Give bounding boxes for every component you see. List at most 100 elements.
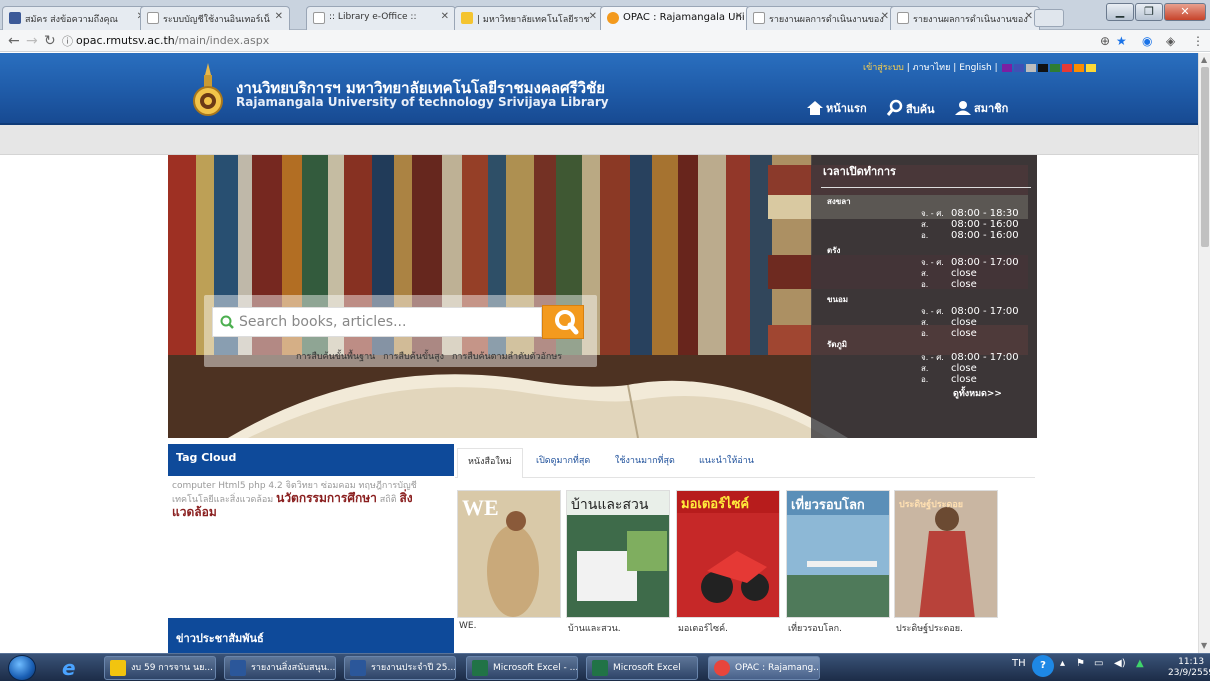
search-input[interactable]: Search books, articles... (212, 307, 542, 337)
nav-search[interactable]: สืบค้น (886, 99, 935, 118)
menu-icon[interactable]: ⋮ (1192, 34, 1204, 48)
start-button[interactable] (8, 655, 36, 681)
search-button[interactable] (542, 305, 584, 339)
scrollbar-thumb[interactable] (1201, 67, 1209, 247)
url-field[interactable]: opac.rmutsv.ac.th/main/index.aspx (76, 32, 1076, 50)
nav-home[interactable]: หน้าแรก (806, 99, 867, 117)
browser-tab[interactable]: :: Library e-Office :: ✕ (306, 6, 456, 30)
tab-label: รายงานผลการดำเนินงานของ (913, 15, 1028, 25)
university-logo (193, 63, 223, 116)
network-icon[interactable]: ▭ (1094, 658, 1103, 669)
book-title[interactable]: ประดิษฐ์ประดอย. (896, 621, 963, 635)
taskbar-app-folder[interactable]: งบ 59 การจาน นย... (104, 656, 216, 680)
close-icon[interactable]: ✕ (881, 11, 889, 22)
close-icon[interactable]: ✕ (589, 11, 597, 22)
taskbar-app-excel-2[interactable]: Microsoft Excel (586, 656, 698, 680)
book-title[interactable]: บ้านและสวน. (568, 621, 621, 635)
tag-link[interactable]: นวัตกรรมการศึกษา (276, 491, 377, 505)
minimize-button[interactable]: ▁ (1106, 3, 1134, 21)
bookmark-star-icon[interactable]: ★ (1116, 34, 1127, 48)
new-tab-button[interactable] (1034, 9, 1064, 27)
theme-swatch-indigo[interactable] (1014, 63, 1025, 72)
extension-icon-2[interactable]: ◈ (1166, 34, 1175, 48)
book-title[interactable]: เที่ยวรอบโลก. (788, 621, 842, 635)
theme-swatch-grey[interactable] (1026, 63, 1037, 72)
nav-member[interactable]: สมาชิก (954, 99, 1008, 117)
browser-tab[interactable]: รายงานผลการดำเนินงานของ ✕ (746, 6, 896, 30)
tray-expand-icon[interactable]: ▴ (1060, 658, 1065, 669)
help-icon[interactable]: ? (1032, 655, 1054, 677)
tag-cloud-header: Tag Cloud (168, 444, 454, 476)
internet-explorer-icon[interactable]: e (62, 656, 76, 680)
zoom-icon[interactable]: ⊕ (1100, 34, 1110, 48)
browser-tab[interactable]: ระบบบัญชีใช้งานอินเทอร์เน็ ✕ (140, 6, 290, 30)
close-icon[interactable]: ✕ (1025, 11, 1033, 22)
action-center-icon[interactable]: ⚑ (1076, 658, 1085, 669)
close-icon[interactable]: ✕ (275, 11, 283, 22)
theme-swatch-green[interactable] (1050, 63, 1061, 72)
tag-link[interactable]: สถิติ (380, 495, 397, 505)
tab-new-books[interactable]: หนังสือใหม่ (457, 448, 523, 479)
url-host: opac.rmutsv.ac.th (76, 34, 175, 47)
book-cover[interactable]: ประดิษฐ์ประดอย (894, 490, 998, 618)
scroll-up-icon[interactable]: ▲ (1201, 55, 1207, 64)
extension-icon[interactable]: ◉ (1142, 34, 1152, 48)
hours-title: เวลาเปิดทำการ (823, 165, 896, 178)
search-icon (886, 99, 903, 116)
svg-text:เที่ยวรอบโลก: เที่ยวรอบโลก (791, 495, 865, 513)
taskbar-app-excel[interactable]: Microsoft Excel - ... (466, 656, 578, 680)
english-language-link[interactable]: English (959, 63, 992, 73)
close-window-button[interactable]: ✕ (1164, 3, 1206, 21)
view-all-hours-link[interactable]: ดูทั้งหมด>> (953, 386, 1002, 400)
browser-tab[interactable]: รายงานผลการดำเนินงานของ ✕ (890, 6, 1040, 30)
separator: | (953, 63, 957, 73)
back-icon[interactable]: ← (8, 33, 20, 49)
browser-tab[interactable]: | มหาวิทยาลัยเทคโนโลยีราช ✕ (454, 6, 604, 30)
drive-icon[interactable]: ▲ (1136, 658, 1144, 669)
theme-swatch-yellow[interactable] (1086, 63, 1097, 72)
basic-search-link[interactable]: การสืบค้นขั้นพื้นฐาน (296, 352, 375, 362)
subheader-bar (0, 125, 1198, 155)
scroll-down-icon[interactable]: ▼ (1201, 641, 1207, 650)
advanced-search-link[interactable]: การสืบค้นขั้นสูง (383, 352, 444, 362)
info-icon[interactable]: ⓘ (62, 34, 73, 50)
browser-tab-active[interactable]: OPAC : Rajamangala Uni ✕ (600, 6, 750, 30)
taskbar-app-chrome[interactable]: OPAC : Rajamang... (708, 656, 820, 680)
news-header: ข่าวประชาสัมพันธ์ (168, 618, 454, 653)
book-cover[interactable]: บ้านและสวน (566, 490, 670, 618)
page-scrollbar[interactable]: ▲ ▼ (1198, 53, 1210, 653)
close-icon[interactable]: ✕ (735, 11, 743, 22)
clock-date: 23/9/2559 (1168, 668, 1210, 678)
book-cover[interactable]: WE (457, 490, 561, 618)
login-link[interactable]: เข้าสู่ระบบ (863, 63, 904, 73)
book-title[interactable]: WE. (459, 621, 476, 631)
alphabetical-search-link[interactable]: การสืบค้นตามลำดับตัวอักษร (452, 352, 562, 362)
close-icon[interactable]: ✕ (441, 11, 449, 22)
user-icon (955, 101, 971, 115)
taskbar-app-word[interactable]: รายงานสิ่งสนับสนุน... (224, 656, 336, 680)
browser-tabstrip: สมัคร ส่งข้อความถึงคุณ ✕ ระบบบัญชีใช้งาน… (0, 0, 1210, 30)
book-cover[interactable]: เที่ยวรอบโลก (786, 490, 890, 618)
tab-label: ระบบบัญชีใช้งานอินเทอร์เน็ (163, 15, 270, 25)
page-icon (313, 12, 325, 24)
book-cover[interactable]: มอเตอร์ไซค์ (676, 490, 780, 618)
theme-swatch-orange[interactable] (1074, 63, 1085, 72)
tab-most-used[interactable]: ใช้งานมากที่สุด (615, 453, 675, 467)
browser-tab[interactable]: สมัคร ส่งข้อความถึงคุณ ✕ (2, 6, 152, 30)
taskbar-app-word-2[interactable]: รายงานประจำปี 25... (344, 656, 456, 680)
tab-recommended[interactable]: แนะนำให้อ่าน (699, 453, 754, 467)
language-indicator[interactable]: TH (1012, 658, 1026, 669)
system-clock[interactable]: 11:13 23/9/2559 (1168, 657, 1210, 679)
book-title[interactable]: มอเตอร์ไซค์. (678, 621, 728, 635)
theme-swatch-black[interactable] (1038, 63, 1049, 72)
volume-icon[interactable]: ◀) (1114, 658, 1126, 669)
theme-swatch-purple[interactable] (1002, 63, 1013, 72)
maximize-button[interactable]: ❐ (1135, 3, 1163, 21)
search-mode-links: การสืบค้นขั้นพื้นฐาน การสืบค้นขั้นสูง กา… (296, 349, 567, 363)
hours-row: อ. close (921, 374, 977, 385)
theme-swatch-red[interactable] (1062, 63, 1073, 72)
reload-icon[interactable]: ↻ (44, 33, 56, 49)
forward-icon[interactable]: → (26, 33, 38, 49)
thai-language-link[interactable]: ภาษาไทย (913, 63, 951, 73)
tab-most-viewed[interactable]: เปิดดูมากที่สุด (536, 453, 590, 467)
